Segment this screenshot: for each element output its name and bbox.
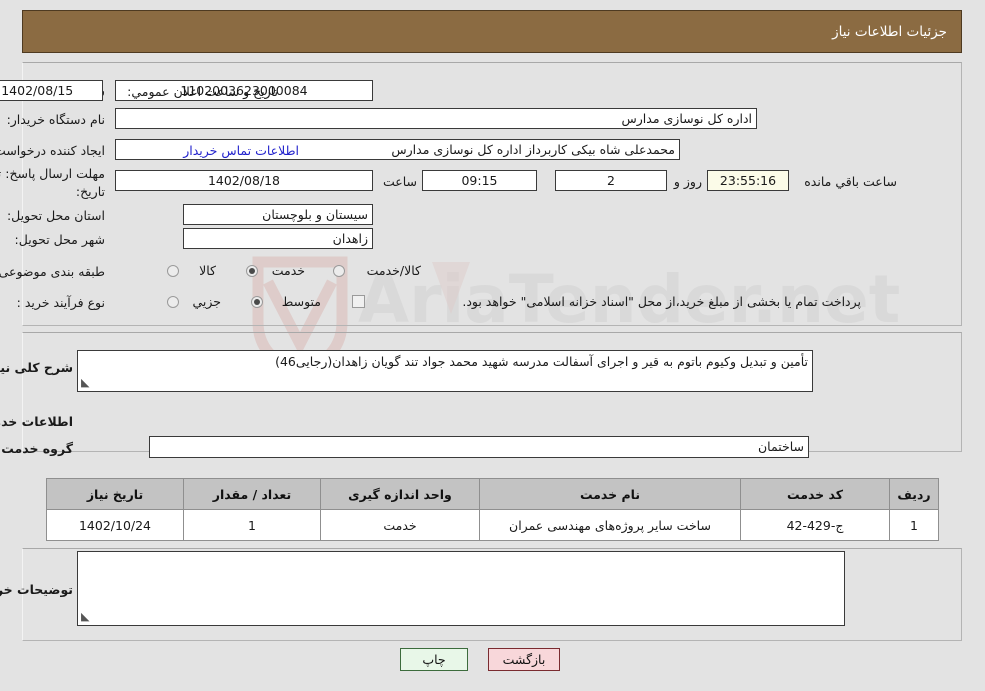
announce-label: تاریخ و ساعت اعلان عمومي: [127,84,278,99]
city-value[interactable]: زاهدان [183,228,373,249]
creator-label: ایجاد کننده درخواست: [0,143,105,158]
radio-category-kala-khedmat[interactable] [333,265,345,277]
announce-value[interactable]: 1402/08/15 - 08:59 [0,80,103,101]
process-label: نوع فرآیند خرید : [16,295,105,310]
hour-label: ساعت [382,174,417,189]
radio-label-motavaset: متوسط [281,294,321,309]
service-group-value[interactable]: ساختمان [149,436,809,458]
need-info-panel [22,62,962,326]
th-date: تاریخ نیاز [46,478,184,510]
radio-process-motavaset[interactable] [251,296,263,308]
buyer-org-value[interactable]: اداره کل نوسازی مدارس [115,108,757,129]
th-unit: واحد اندازه گیری [320,478,480,510]
resize-grip-icon[interactable]: ◢ [81,374,89,391]
buyer-notes-textarea[interactable]: ◢ [77,551,845,626]
description-textarea[interactable]: تأمین و تبدیل وکیوم باتوم به قیر و اجرای… [77,350,813,392]
radio-category-kala[interactable] [167,265,179,277]
services-table: ردیف کد خدمت نام خدمت واحد اندازه گیری ت… [46,478,939,541]
deadline-date-value[interactable]: 1402/08/18 [115,170,373,191]
cell-qty: 1 [183,509,321,541]
table-row: 1 ج-429-42 ساخت سایر پروژه‌های مهندسی عم… [46,509,939,541]
service-group-label: گروه خدمت: [0,441,73,456]
resize-grip-icon-2[interactable]: ◢ [81,608,89,625]
category-label: طبقه بندی موضوعی: [0,264,105,279]
th-code: کد خدمت [740,478,890,510]
days-label: روز و [673,174,702,189]
header-bar: جزئیات اطلاعات نیاز [22,10,962,53]
province-label: استان محل تحویل: [6,208,105,223]
cell-code: ج-429-42 [740,509,890,541]
countdown-value: 23:55:16 [707,170,789,191]
city-label: شهر محل تحویل: [14,232,105,247]
cell-name: ساخت سایر پروژه‌های مهندسی عمران [479,509,741,541]
cell-date: 1402/10/24 [46,509,184,541]
th-qty: تعداد / مقدار [183,478,321,510]
buyer-contact-link[interactable]: اطلاعات تماس خریدار [183,143,299,158]
print-button[interactable]: چاپ [400,648,468,671]
buyer-notes-label: توضیحات خریدار: [0,582,73,597]
radio-label-khedmat: خدمت [271,263,305,278]
cell-radif: 1 [889,509,939,541]
description-text: تأمین و تبدیل وکیوم باتوم به قیر و اجرای… [275,354,808,369]
deadline-time-value[interactable]: 09:15 [422,170,537,191]
radio-label-kala: کالا [199,263,216,278]
radio-label-kala-khedmat: کالا/خدمت [366,263,421,278]
province-value[interactable]: سیستان و بلوچستان [183,204,373,225]
back-button[interactable]: بازگشت [488,648,560,671]
deadline-label-line1: مهلت ارسال پاسخ: تا [0,166,105,181]
cell-unit: خدمت [320,509,480,541]
radio-label-jozee: جزیي [192,294,221,309]
radio-category-khedmat[interactable] [246,265,258,277]
countdown-label: ساعت باقي مانده [804,174,897,189]
radio-process-jozee[interactable] [167,296,179,308]
page-title: جزئیات اطلاعات نیاز [832,24,947,40]
buyer-org-label: نام دستگاه خریدار: [6,112,105,127]
table-header-row: ردیف کد خدمت نام خدمت واحد اندازه گیری ت… [46,478,939,510]
page-root: AriaTender.net جزئیات اطلاعات نیاز شماره… [0,0,985,691]
treasury-note-label: پرداخت تمام یا بخشی از مبلغ خرید،از محل … [462,294,861,309]
deadline-label-line2: تاریخ: [75,184,105,199]
remaining-days-value[interactable]: 2 [555,170,667,191]
th-radif: ردیف [889,478,939,510]
services-section-title: اطلاعات خدمات مورد نیاز [0,414,73,429]
treasury-checkbox[interactable] [352,295,365,308]
description-label: شرح کلی نیاز: [0,360,73,375]
th-name: نام خدمت [479,478,741,510]
